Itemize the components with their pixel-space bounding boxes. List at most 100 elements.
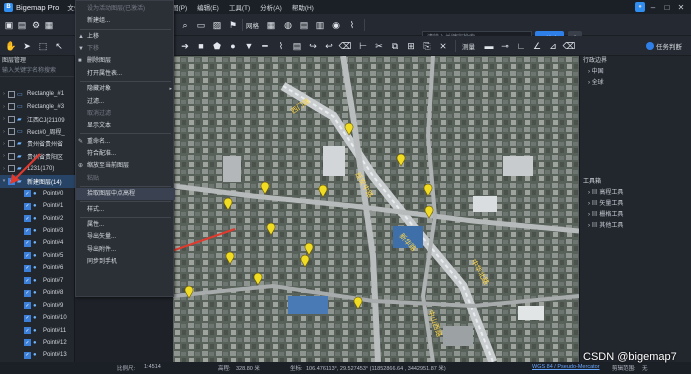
redo-icon[interactable]: ↪: [306, 39, 320, 53]
clear-icon[interactable]: ⌫: [338, 39, 352, 53]
layer-checkbox[interactable]: [8, 128, 15, 136]
chart-icon[interactable]: ▥: [313, 18, 327, 32]
context-menu-item[interactable]: 符合配准...: [76, 148, 175, 160]
context-menu-item[interactable]: 新建组...: [76, 15, 175, 27]
crs-link[interactable]: WGS 84 / Pseudo-Mercator: [532, 364, 600, 370]
toolbox-section[interactable]: 工具箱: [580, 177, 691, 188]
circle-tool-icon[interactable]: ●: [226, 39, 240, 53]
layer-row[interactable]: ✓ ● Point#9: [0, 299, 75, 311]
select-arrow-icon[interactable]: ➤: [20, 39, 34, 53]
layer-row[interactable]: ✓ ● Point#13: [0, 349, 75, 361]
zoom-icon[interactable]: ⌕: [178, 18, 192, 32]
undo-icon[interactable]: ↩: [322, 39, 336, 53]
layer-row[interactable]: ✓ ● Point#11: [0, 324, 75, 336]
expand-arrow-icon[interactable]: ›: [0, 116, 8, 122]
layer-checkbox[interactable]: [8, 103, 15, 111]
layer-checkbox[interactable]: ✓: [24, 351, 31, 359]
merge-icon[interactable]: ⧉: [388, 39, 402, 53]
measure-distance-icon[interactable]: ⊸: [498, 39, 512, 53]
close-icon[interactable]: ✕: [675, 3, 687, 12]
open-folder-icon[interactable]: ▣: [2, 18, 16, 32]
layer-checkbox[interactable]: ✓: [24, 215, 31, 223]
minimize-icon[interactable]: –: [647, 3, 659, 12]
tool-other[interactable]: › ▤ 其他工具: [580, 221, 691, 232]
layer-row[interactable]: ✓ ● Point#8: [0, 287, 75, 299]
tool-vector[interactable]: › ▤ 矢量工具: [580, 199, 691, 210]
pointer-icon[interactable]: ↖: [52, 39, 66, 53]
context-menu-item[interactable]: ▲ 上移: [76, 31, 175, 43]
menu-help[interactable]: 帮助(H): [292, 2, 314, 12]
flag-icon[interactable]: ⚑: [226, 18, 240, 32]
context-menu-item[interactable]: ✎ 重命名...: [76, 136, 175, 148]
layer-row[interactable]: ✓ ● Point#3: [0, 225, 75, 237]
layer-row[interactable]: ✓ ● Point#2: [0, 212, 75, 224]
attach-icon[interactable]: ⎘: [420, 39, 434, 53]
layer-row[interactable]: ✓ ● Point#12: [0, 337, 75, 349]
select-box-icon[interactable]: ⬚: [36, 39, 50, 53]
expand-arrow-icon[interactable]: ›: [0, 129, 8, 135]
tool-raster[interactable]: › ▤ 栅格工具: [580, 210, 691, 221]
map-view[interactable]: 西门路 延安中路 新华路 中华北路 中山西路: [173, 56, 579, 362]
layer-checkbox[interactable]: ✓: [24, 327, 31, 335]
layer-checkbox[interactable]: ✓: [24, 264, 31, 272]
layer-checkbox[interactable]: [8, 90, 15, 98]
layer-checkbox[interactable]: [8, 115, 15, 123]
save-icon[interactable]: ▤: [15, 18, 29, 32]
layer-checkbox[interactable]: ✓: [24, 202, 31, 210]
layer-row[interactable]: ✓ ● Point#6: [0, 262, 75, 274]
expand-arrow-icon[interactable]: ›: [0, 91, 8, 97]
context-menu-item[interactable]: 打开属性表...: [76, 68, 175, 80]
cut-icon[interactable]: ⨯: [436, 39, 450, 53]
globe-icon[interactable]: ◍: [281, 18, 295, 32]
scissors-icon[interactable]: ✂: [372, 39, 386, 53]
layer-checkbox[interactable]: ✓: [24, 339, 31, 347]
layer-row[interactable]: ✓ ● Point#5: [0, 250, 75, 262]
menu-tools[interactable]: 工具(T): [229, 2, 250, 12]
measure-clear-icon[interactable]: ⌫: [562, 39, 576, 53]
measure-angle-icon[interactable]: ∠: [530, 39, 544, 53]
tool-elevation[interactable]: › ▤ 高程工具: [580, 188, 691, 199]
rectangle-tool-icon[interactable]: ■: [194, 39, 208, 53]
layer-row[interactable]: › ▭ Rect#0_周程_: [0, 125, 75, 137]
menu-edit[interactable]: 编辑(E): [197, 2, 219, 12]
polygon-tool-icon[interactable]: ⬟: [210, 39, 224, 53]
text-tool-icon[interactable]: ▤: [290, 39, 304, 53]
admin-item-china[interactable]: › 中国: [580, 67, 691, 78]
table-icon[interactable]: ▤: [297, 18, 311, 32]
context-menu-item[interactable]: 隐藏对象 ▸: [76, 83, 175, 95]
context-menu-item[interactable]: 属性...: [76, 219, 175, 231]
split-icon[interactable]: ⊞: [404, 39, 418, 53]
context-menu-item[interactable]: 同步到手机: [76, 256, 175, 268]
admin-boundary-section[interactable]: 行政边界: [580, 56, 691, 67]
layer-checkbox[interactable]: ✓: [24, 302, 31, 310]
settings-icon[interactable]: ⚙: [29, 18, 43, 32]
layer-checkbox[interactable]: ✓: [24, 239, 31, 247]
context-menu-item[interactable]: 拾取图层中点高程: [76, 188, 175, 200]
layer-checkbox[interactable]: ✓: [24, 314, 31, 322]
layer-search-input[interactable]: 输入关键字名称搜索: [0, 66, 74, 77]
measure-height-icon[interactable]: ⊿: [546, 39, 560, 53]
context-menu-item[interactable]: 过滤...: [76, 96, 175, 108]
admin-item-global[interactable]: › 全球: [580, 78, 691, 89]
measure-area-icon[interactable]: ∟: [514, 39, 528, 53]
image-icon[interactable]: ▨: [210, 18, 224, 32]
layer-checkbox[interactable]: ✓: [24, 289, 31, 297]
task-judge-button[interactable]: 任务判断: [646, 39, 682, 53]
layer-row[interactable]: ✓ ● Point#7: [0, 275, 75, 287]
layer-checkbox[interactable]: ✓: [24, 227, 31, 235]
grid-settings-icon[interactable]: ▦: [264, 18, 278, 32]
funnel-tool-icon[interactable]: ▼: [242, 39, 256, 53]
layer-checkbox[interactable]: ✓: [24, 252, 31, 260]
context-menu-item[interactable]: 样式...: [76, 204, 175, 216]
context-menu-item[interactable]: ⊕ 缩放至当前图层: [76, 160, 175, 172]
layer-row[interactable]: ✓ ● Point#4: [0, 237, 75, 249]
layer-row[interactable]: › ▰ 贵州省贵州省: [0, 138, 75, 150]
line-tool-icon[interactable]: ━: [258, 39, 272, 53]
node-edit-icon[interactable]: ⊢: [356, 39, 370, 53]
arrow-tool-icon[interactable]: ➔: [178, 39, 192, 53]
context-menu-item[interactable]: 显示文本: [76, 120, 175, 132]
layer-checkbox[interactable]: [8, 140, 15, 148]
expand-arrow-icon[interactable]: ›: [0, 104, 8, 110]
layer-checkbox[interactable]: ✓: [24, 277, 31, 285]
layer-row[interactable]: ✓ ● Point#1: [0, 200, 75, 212]
